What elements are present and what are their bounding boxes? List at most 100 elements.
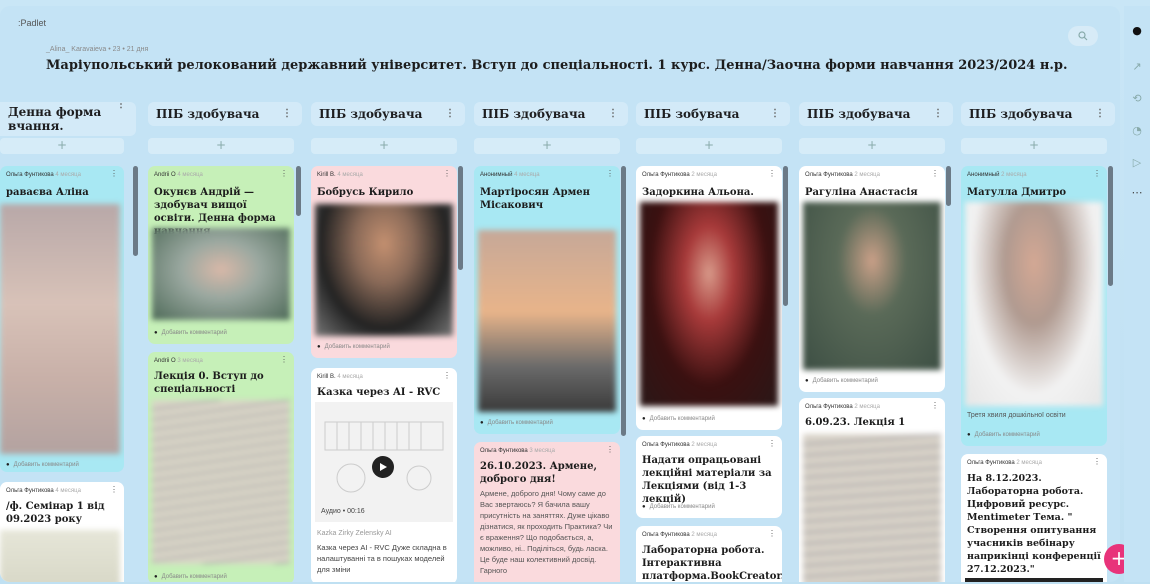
column-menu-icon[interactable]: ⋮ xyxy=(445,102,455,126)
card-title: Казка через AI - RVC xyxy=(317,387,441,398)
avatar-icon[interactable]: ● xyxy=(1129,22,1145,38)
card-author: Kirill B. 4 месяца xyxy=(317,172,363,178)
add-comment[interactable]: Добавить комментарий xyxy=(6,462,79,468)
slideshow-icon[interactable]: ▷ xyxy=(1129,154,1145,170)
card-body: Казка через AI - RVC Дуже складна в нала… xyxy=(317,543,447,574)
card[interactable]: Ольга Фунтикова 2 месяца ⋮ На 8.12.2023.… xyxy=(961,454,1107,582)
column-2: ПІБ здобувача ⋮ + Kirill B. 4 месяца ⋮ Б… xyxy=(311,102,465,582)
column-5: ПІБ здобувача ⋮ + Ольга Фунтикова 2 меся… xyxy=(799,102,953,582)
card-menu-icon[interactable]: ⋮ xyxy=(768,439,776,448)
card-title: раваєва Аліна xyxy=(6,187,89,198)
search-button[interactable] xyxy=(1068,26,1098,46)
card-author: Ольга Фунтикова 4 месяца xyxy=(6,488,81,494)
card-photo xyxy=(803,202,941,370)
right-toolbar: ● ↗ ⟲ ◔ ▷ ⋯ xyxy=(1124,6,1150,582)
add-comment[interactable]: Добавить комментарий xyxy=(154,574,227,580)
card-menu-icon[interactable]: ⋮ xyxy=(110,169,118,178)
card-author: Анонимный 2 месяца xyxy=(967,172,1027,178)
card[interactable]: Andrii O 3 месяца ⋮ Лекція 0. Вступ до с… xyxy=(148,352,294,582)
column-scrollbar[interactable] xyxy=(1108,166,1113,286)
column-header[interactable]: ПІБ здобувача ⋮ xyxy=(474,102,628,126)
add-post-button[interactable]: + xyxy=(636,138,782,154)
add-comment[interactable]: Добавить комментарий xyxy=(805,378,878,384)
card-menu-icon[interactable]: ⋮ xyxy=(606,169,614,178)
add-post-button[interactable]: + xyxy=(474,138,620,154)
share-icon[interactable]: ↗ xyxy=(1129,58,1145,74)
column-scrollbar[interactable] xyxy=(621,166,626,436)
column-header[interactable]: ПІБ зобувача ⋮ xyxy=(636,102,790,126)
card-menu-icon[interactable]: ⋮ xyxy=(280,355,288,364)
column-header[interactable]: ПІБ здобувача ⋮ xyxy=(148,102,302,126)
card-menu-icon[interactable]: ⋮ xyxy=(931,169,939,178)
column-scrollbar[interactable] xyxy=(458,166,463,270)
add-post-button[interactable]: + xyxy=(311,138,457,154)
remake-icon[interactable]: ⟲ xyxy=(1129,90,1145,106)
add-comment[interactable]: Добавить комментарий xyxy=(154,330,227,336)
card[interactable]: Andrii O 4 месяца ⋮ Окунєв Андрій — здоб… xyxy=(148,166,294,344)
card[interactable]: Ольга Фунтикова 2 месяца ⋮ Задоркина Аль… xyxy=(636,166,782,430)
card-menu-icon[interactable]: ⋮ xyxy=(280,169,288,178)
add-post-button[interactable]: + xyxy=(148,138,294,154)
card[interactable]: Ольга Фунтикова 4 месяца ⋮ раваєва Аліна… xyxy=(0,166,124,472)
card[interactable]: Анонимный 4 месяца ⋮ Мартіросян Армен Мі… xyxy=(474,166,620,434)
add-comment[interactable]: Добавить комментарий xyxy=(480,420,553,426)
card-menu-icon[interactable]: ⋮ xyxy=(443,169,451,178)
play-button[interactable] xyxy=(372,456,394,478)
column-menu-icon[interactable]: ⋮ xyxy=(1095,102,1105,126)
card-title: Мартіросян Армен Місакович xyxy=(480,187,590,211)
column-menu-icon[interactable]: ⋮ xyxy=(770,102,780,126)
column-menu-icon[interactable]: ⋮ xyxy=(933,102,943,126)
card[interactable]: Kirill B. 4 месяца ⋮ Казка через AI - RV… xyxy=(311,368,457,582)
card-menu-icon[interactable]: ⋮ xyxy=(1093,169,1101,178)
card-menu-icon[interactable]: ⋮ xyxy=(110,485,118,494)
column-header[interactable]: Денна форма вчання. ⋮ xyxy=(0,102,136,136)
card-author: Kirill B. 4 месяца xyxy=(317,374,363,380)
column-header[interactable]: ПІБ здобувача ⋮ xyxy=(961,102,1115,126)
more-icon[interactable]: ⋯ xyxy=(1129,184,1145,200)
board-title: Маріупольський релокований державний уні… xyxy=(46,58,1068,73)
audio-player[interactable]: Аудио • 00:16 xyxy=(315,402,453,522)
card[interactable]: Ольга Фунтикова 3 месяца ⋮ 26.10.2023. А… xyxy=(474,442,620,582)
add-comment[interactable]: Добавить комментарий xyxy=(967,432,1040,438)
column-title: ПІБ здобувача xyxy=(807,107,911,121)
bell-icon[interactable]: ◔ xyxy=(1129,122,1145,138)
card[interactable]: Ольга Фунтикова 4 месяца ⋮ /ф. Семінар 1… xyxy=(0,482,124,582)
column-4: ПІБ зобувача ⋮ + Ольга Фунтикова 2 месяц… xyxy=(636,102,790,582)
column-menu-icon[interactable]: ⋮ xyxy=(282,102,292,126)
add-post-button[interactable]: + xyxy=(961,138,1107,154)
card-menu-icon[interactable]: ⋮ xyxy=(443,371,451,380)
column-scrollbar[interactable] xyxy=(946,166,951,206)
column-menu-icon[interactable]: ⋮ xyxy=(116,102,126,112)
column-header[interactable]: ПІБ здобувача ⋮ xyxy=(311,102,465,126)
add-comment[interactable]: Добавить комментарий xyxy=(317,344,390,350)
card[interactable]: Kirill B. 4 месяца ⋮ Бобрусь Кирило Доба… xyxy=(311,166,457,358)
add-post-button[interactable]: + xyxy=(799,138,945,154)
card-title: /ф. Семінар 1 від xyxy=(6,501,105,512)
add-comment[interactable]: Добавить комментарий xyxy=(642,504,715,510)
column-scrollbar[interactable] xyxy=(133,166,138,256)
padlet-logo[interactable]: :Padlet xyxy=(18,18,46,28)
card-menu-icon[interactable]: ⋮ xyxy=(606,445,614,454)
card-author: Ольга Фунтикова 2 месяца xyxy=(805,404,880,410)
card-photo xyxy=(315,204,453,336)
column-scrollbar[interactable] xyxy=(783,166,788,306)
card-title: Бобрусь Кирило xyxy=(317,187,414,198)
card-menu-icon[interactable]: ⋮ xyxy=(768,529,776,538)
card[interactable]: Ольга Фунтикова 2 месяца ⋮ Надати опраць… xyxy=(636,436,782,518)
add-comment[interactable]: Добавить комментарий xyxy=(642,416,715,422)
padlet-app: :Padlet _Alina_ Karavaieva • 23 • 21 дня… xyxy=(0,0,1150,584)
card[interactable]: Анонимный 2 месяца ⋮ Матулла Дмитро Трет… xyxy=(961,166,1107,446)
card-author: Ольга Фунтикова 2 месяца xyxy=(805,172,880,178)
card-menu-icon[interactable]: ⋮ xyxy=(768,169,776,178)
card-menu-icon[interactable]: ⋮ xyxy=(931,401,939,410)
add-post-button[interactable]: + xyxy=(0,138,124,154)
card-menu-icon[interactable]: ⋮ xyxy=(1093,457,1101,466)
card[interactable]: Ольга Фунтикова 2 месяца ⋮ Рагуліна Анас… xyxy=(799,166,945,392)
card-title: 6.09.23. Лекція 1 xyxy=(805,417,906,428)
column-menu-icon[interactable]: ⋮ xyxy=(608,102,618,126)
music-illustration-icon xyxy=(324,421,444,493)
column-scrollbar[interactable] xyxy=(296,166,301,216)
column-header[interactable]: ПІБ здобувача ⋮ xyxy=(799,102,953,126)
card[interactable]: Ольга Фунтикова 2 месяца ⋮ Лабораторна р… xyxy=(636,526,782,582)
card[interactable]: Ольга Фунтикова 2 месяца ⋮ 6.09.23. Лекц… xyxy=(799,398,945,582)
